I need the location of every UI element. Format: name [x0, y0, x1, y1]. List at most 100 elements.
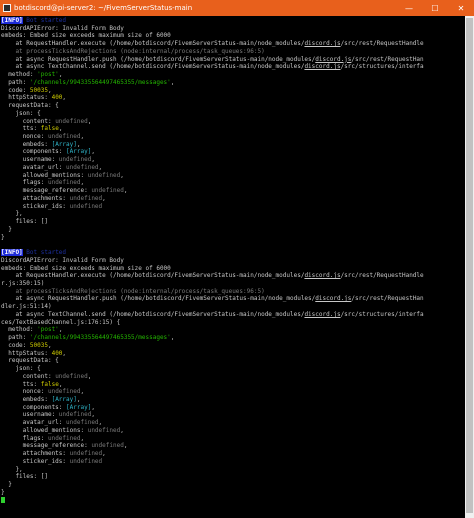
terminal-text: embeds:: [1, 140, 52, 148]
terminal-text: httpStatus:: [1, 94, 52, 102]
terminal-text: ,: [58, 125, 63, 133]
terminal-text: ,: [76, 395, 81, 403]
terminal-line: embeds: [Array],: [1, 141, 464, 149]
terminal-text: false: [40, 125, 59, 133]
terminal-text: ,: [80, 434, 85, 442]
terminal-line: at async TextChannel.send (/home/botdisc…: [1, 311, 464, 319]
terminal-line: content: undefined,: [1, 373, 464, 381]
terminal-text: nonce:: [1, 388, 48, 396]
terminal-text: ,: [170, 78, 175, 86]
terminal-text: '/channels/994335564497465355/messages': [29, 78, 171, 86]
terminal-text: requestData: {: [1, 102, 59, 110]
terminal-line: flags: undefined,: [1, 435, 464, 443]
terminal-text: json: {: [1, 365, 41, 373]
terminal-text: method:: [1, 326, 38, 334]
terminal-text: username:: [1, 411, 59, 419]
terminal-line: files: []: [1, 473, 464, 481]
terminal-text: discord.js: [315, 295, 352, 303]
terminal-text: undefined: [47, 179, 81, 187]
close-button[interactable]: ✕: [448, 0, 474, 16]
terminal-line: at processTicksAndRejections (node:inter…: [1, 48, 464, 56]
terminal-text: discord.js: [304, 40, 341, 48]
terminal-text: false: [40, 380, 59, 388]
terminal-line: nonce: undefined,: [1, 133, 464, 141]
terminal-text: ,: [98, 419, 103, 427]
terminal-text: ,: [120, 171, 124, 179]
terminal-line: [INFO] Bot started: [1, 17, 464, 25]
scrollbar-thumb[interactable]: [466, 18, 473, 513]
terminal-text: 'post': [37, 71, 59, 79]
terminal-line: }: [1, 489, 464, 497]
terminal-line: avatar_url: undefined,: [1, 164, 464, 172]
terminal-text: '/channels/994335564497465355/messages': [29, 334, 171, 342]
terminal-text: allowed_mentions:: [1, 171, 88, 179]
terminal-text: undefined: [66, 163, 99, 171]
terminal-line: username: undefined,: [1, 156, 464, 164]
terminal-text: message_reference:: [1, 442, 92, 450]
terminal-text: discord.js: [304, 63, 341, 71]
terminal-text: ,: [123, 187, 128, 195]
terminal-line: flags: undefined,: [1, 179, 464, 187]
terminal-text: 400: [51, 349, 63, 357]
terminal-text: ,: [76, 140, 81, 148]
terminal-text: }: [1, 488, 5, 496]
terminal-line: }: [1, 481, 464, 489]
terminal-line: content: undefined,: [1, 118, 464, 126]
vertical-scrollbar[interactable]: [465, 16, 474, 518]
terminal-text: sticker_ids:: [1, 457, 70, 465]
terminal-text: undefined: [47, 133, 81, 141]
minimize-button[interactable]: —: [396, 0, 422, 16]
terminal-text: tts:: [1, 380, 41, 388]
terminal-line: [INFO] Bot started: [1, 249, 464, 257]
terminal-line: }: [1, 234, 464, 242]
terminal-app-icon[interactable]: [3, 4, 11, 12]
terminal-text: undefined: [91, 187, 124, 195]
terminal-line: allowed_mentions: undefined,: [1, 172, 464, 180]
terminal-text: /src/structures/interfa: [340, 63, 424, 71]
terminal-line: json: {: [1, 365, 464, 373]
terminal-text: DiscordAPIError: Invalid Form Body: [1, 256, 124, 264]
terminal-line: tts: false,: [1, 125, 464, 133]
terminal-text: ,: [80, 179, 85, 187]
terminal-text: ,: [170, 334, 175, 342]
terminal-text: ces/TextBasedChannel.js:176:15) {: [1, 318, 121, 326]
terminal-text: components:: [1, 148, 67, 156]
terminal-text: discord.js: [304, 310, 341, 318]
terminal-text: username:: [1, 156, 59, 164]
terminal-text: }: [1, 233, 5, 241]
maximize-button[interactable]: ☐: [422, 0, 448, 16]
terminal-text: at async RequestHandler.push (/home/botd…: [1, 55, 316, 63]
terminal-line: r.js:350:15): [1, 280, 464, 288]
terminal-text: r.js:350:15): [1, 279, 45, 287]
terminal-text: ,: [87, 372, 92, 380]
terminal-text: message_reference:: [1, 187, 92, 195]
terminal-window: botdiscord@pi-server2: ~/FivemServerStat…: [0, 0, 474, 518]
terminal-text: avatar_url:: [1, 419, 67, 427]
terminal-line: }: [1, 226, 464, 234]
terminal-text: ,: [62, 94, 67, 102]
terminal-text: /src/rest/RequestHandle: [340, 272, 424, 280]
terminal-line: ces/TextBasedChannel.js:176:15) {: [1, 319, 464, 327]
terminal-line: at async TextChannel.send (/home/botdisc…: [1, 63, 464, 71]
terminal-text: ,: [123, 442, 128, 450]
terminal-text: attachments:: [1, 450, 70, 458]
terminal-text: at async RequestHandler.push (/home/botd…: [1, 295, 316, 303]
terminal-line: at RequestHandler.execute (/home/botdisc…: [1, 272, 464, 280]
terminal-text: ,: [91, 403, 95, 411]
terminal-line: allowed_mentions: undefined,: [1, 427, 464, 435]
terminal-text: flags:: [1, 179, 48, 187]
window-title: botdiscord@pi-server2: ~/FivemServerStat…: [14, 4, 193, 12]
terminal-line: at RequestHandler.execute (/home/botdisc…: [1, 40, 464, 48]
terminal-line: at async RequestHandler.push (/home/botd…: [1, 56, 464, 64]
terminal-line: components: [Array],: [1, 148, 464, 156]
terminal-text: requestData: {: [1, 357, 59, 365]
terminal-text: ,: [58, 326, 63, 334]
terminal-line: dler.js:51:14): [1, 303, 464, 311]
terminal-line: tts: false,: [1, 381, 464, 389]
terminal-output[interactable]: [INFO] Bot started DiscordAPIError: Inval…: [1, 17, 464, 517]
terminal-line: at async RequestHandler.push (/home/botd…: [1, 295, 464, 303]
terminal-text: 'post': [37, 326, 59, 334]
terminal-line: components: [Array],: [1, 404, 464, 412]
title-bar[interactable]: botdiscord@pi-server2: ~/FivemServerStat…: [0, 0, 474, 16]
